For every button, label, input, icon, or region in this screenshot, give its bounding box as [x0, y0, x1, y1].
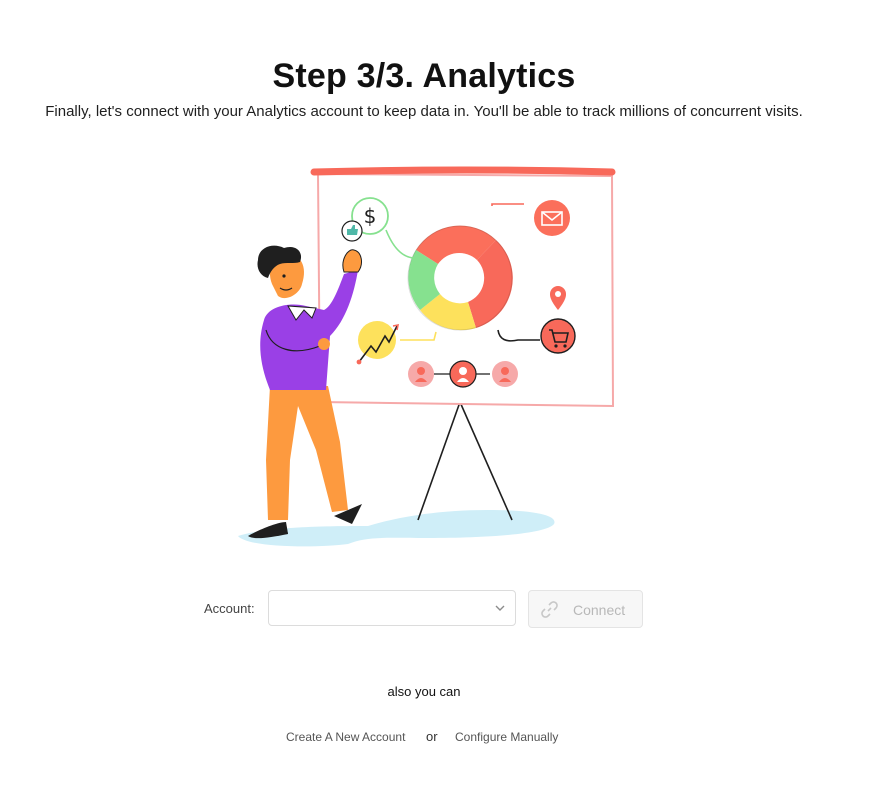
- easel-leg-right: [459, 401, 513, 521]
- page-title: Step 3/3. Analytics: [272, 56, 576, 95]
- user-icon: [449, 360, 477, 388]
- analytics-presentation-illustration: $: [238, 166, 616, 547]
- mail-icon: [534, 200, 570, 236]
- create-account-link[interactable]: Create A New Account: [286, 730, 405, 744]
- page-description: Finally, let's connect with your Analyti…: [45, 103, 803, 120]
- account-label: Account:: [204, 601, 255, 616]
- user-icon: [492, 361, 518, 387]
- thumbs-up-icon: [341, 220, 363, 242]
- alternatives-row: Create A New Account or Configure Manual…: [0, 729, 884, 749]
- svg-text:$: $: [364, 204, 377, 228]
- shopping-cart-icon: [540, 318, 576, 354]
- user-icon: [408, 361, 434, 387]
- configure-manually-link[interactable]: Configure Manually: [455, 730, 558, 744]
- chevron-down-icon: [495, 605, 505, 611]
- account-row: Account: Connect: [0, 590, 884, 628]
- or-separator: or: [426, 729, 438, 744]
- connect-button-label: Connect: [573, 602, 626, 618]
- easel-leg-left: [417, 401, 461, 521]
- connect-button[interactable]: Connect: [528, 590, 643, 628]
- board-top-bar: [310, 166, 616, 176]
- alternatives-intro: also you can: [387, 684, 461, 699]
- link-icon: [541, 601, 558, 618]
- account-select[interactable]: [268, 590, 516, 626]
- presenter-legs: [266, 386, 348, 520]
